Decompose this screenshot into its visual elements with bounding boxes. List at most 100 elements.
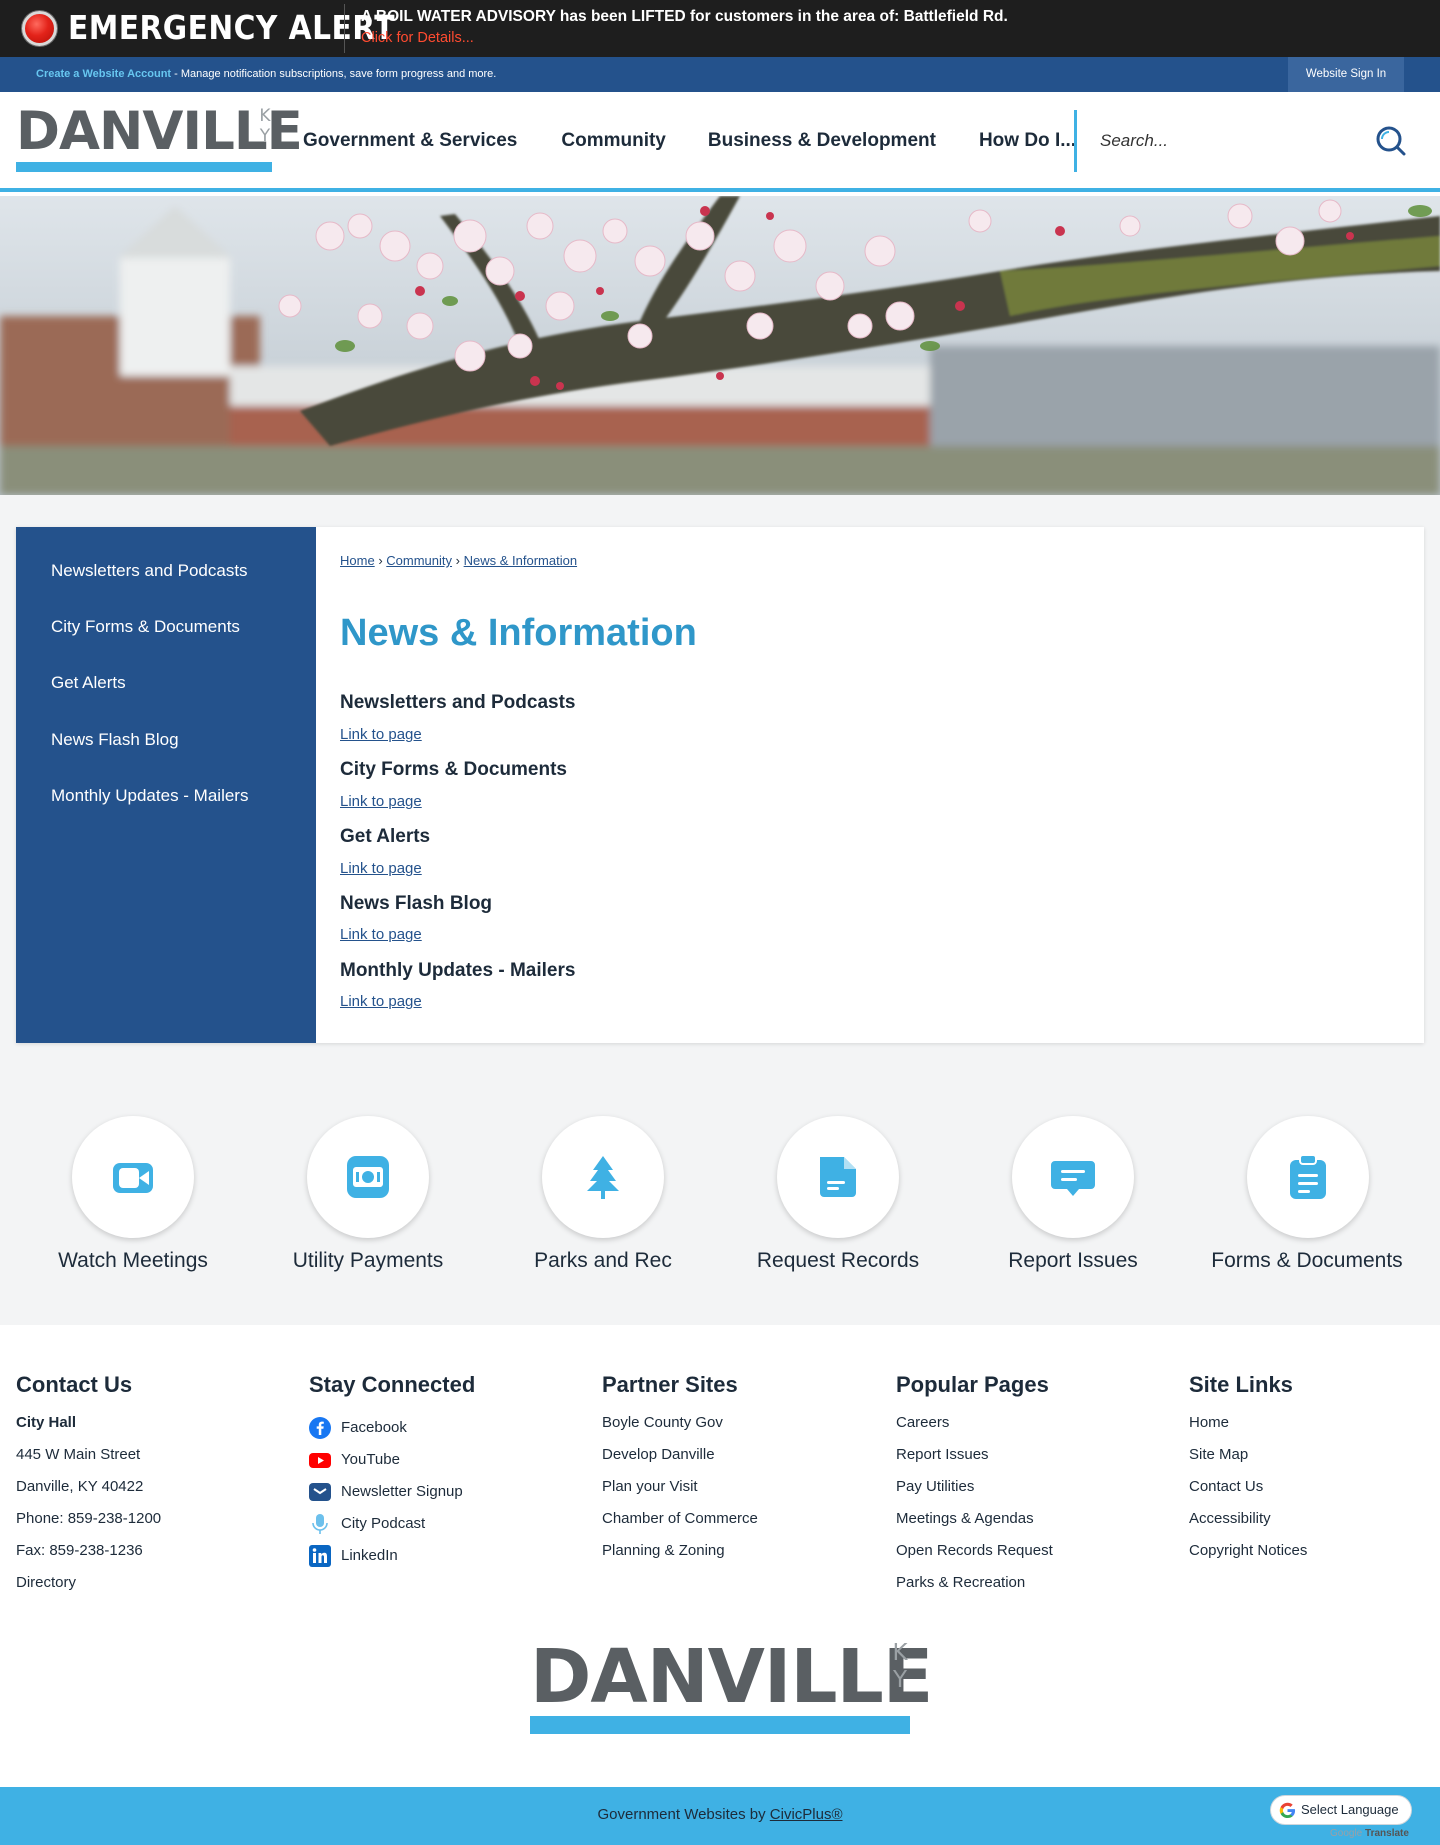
- quick-link-parks-rec[interactable]: [542, 1116, 664, 1238]
- partner-link[interactable]: Boyle County Gov: [602, 1412, 758, 1444]
- google-icon: [1279, 1802, 1296, 1819]
- contact-phone[interactable]: Phone: 859-238-1200: [16, 1508, 161, 1540]
- sidebar-item-monthly-updates[interactable]: Monthly Updates - Mailers: [51, 786, 248, 806]
- search-input[interactable]: [1100, 122, 1360, 160]
- site-link[interactable]: Home: [1189, 1412, 1307, 1444]
- quick-link-request-records[interactable]: [777, 1116, 899, 1238]
- civicplus-credit: Government Websites by CivicPlus®: [597, 1806, 843, 1823]
- quick-label[interactable]: Parks and Rec: [493, 1249, 713, 1273]
- quick-label[interactable]: Request Records: [728, 1249, 948, 1273]
- breadcrumb-separator: ›: [455, 553, 460, 568]
- social-label: YouTube: [341, 1451, 400, 1468]
- footer-logo[interactable]: DANVILLE KY: [530, 1640, 933, 1734]
- popular-link[interactable]: Meetings & Agendas: [896, 1508, 1053, 1540]
- popular-link[interactable]: Pay Utilities: [896, 1476, 1053, 1508]
- footer-partner-sites: Partner Sites Boyle County Gov Develop D…: [602, 1372, 758, 1572]
- linkedin-icon: [309, 1545, 331, 1567]
- facebook-icon: [309, 1417, 331, 1439]
- account-text: Create a Website Account - Manage notifi…: [36, 68, 496, 80]
- nav-how-do-i[interactable]: How Do I...: [979, 130, 1076, 152]
- civicplus-link[interactable]: CivicPlus®: [770, 1806, 843, 1823]
- search-icon[interactable]: [1375, 125, 1407, 157]
- breadcrumb-community[interactable]: Community: [386, 553, 452, 568]
- sidebar-item-news-flash[interactable]: News Flash Blog: [51, 730, 179, 750]
- alert-title: EMERGENCY ALERT: [68, 8, 395, 47]
- breadcrumb-current[interactable]: News & Information: [464, 553, 577, 568]
- partner-link[interactable]: Develop Danville: [602, 1444, 758, 1476]
- quick-link-watch-meetings[interactable]: [72, 1116, 194, 1238]
- contact-directory-link[interactable]: Directory: [16, 1572, 161, 1604]
- quick-label[interactable]: Watch Meetings: [23, 1249, 243, 1273]
- microphone-icon: [312, 1514, 328, 1534]
- entry-title: City Forms & Documents: [340, 759, 567, 780]
- site-link[interactable]: Accessibility: [1189, 1508, 1307, 1540]
- partner-link[interactable]: Plan your Visit: [602, 1476, 758, 1508]
- site-link[interactable]: Site Map: [1189, 1444, 1307, 1476]
- nav-business-development[interactable]: Business & Development: [708, 130, 936, 152]
- quick-link-utility-payments[interactable]: [307, 1116, 429, 1238]
- alert-details-link[interactable]: Click for Details...: [361, 30, 474, 46]
- sidebar-item-city-forms[interactable]: City Forms & Documents: [51, 617, 240, 637]
- popular-link[interactable]: Open Records Request: [896, 1540, 1053, 1572]
- nav-government-services[interactable]: Government & Services: [303, 130, 517, 152]
- entry-link[interactable]: Link to page: [340, 860, 422, 877]
- document-icon: [820, 1157, 856, 1197]
- partner-link[interactable]: Planning & Zoning: [602, 1540, 758, 1572]
- entry-link[interactable]: Link to page: [340, 993, 422, 1010]
- tree-icon: [587, 1156, 619, 1199]
- site-link[interactable]: Contact Us: [1189, 1476, 1307, 1508]
- popular-link[interactable]: Careers: [896, 1412, 1053, 1444]
- social-link-facebook[interactable]: Facebook: [309, 1412, 475, 1444]
- logo-underline: [530, 1716, 910, 1734]
- chat-bubble-icon: [1051, 1161, 1095, 1196]
- account-bar: Create a Website Account - Manage notifi…: [0, 57, 1440, 92]
- quick-label[interactable]: Report Issues: [963, 1249, 1183, 1273]
- footer-contact: Contact Us City Hall 445 W Main Street D…: [16, 1372, 161, 1604]
- social-link-podcast[interactable]: City Podcast: [309, 1508, 475, 1540]
- bottom-bar: Government Websites by CivicPlus® Select…: [0, 1787, 1440, 1845]
- partner-link[interactable]: Chamber of Commerce: [602, 1508, 758, 1540]
- sidebar-item-get-alerts[interactable]: Get Alerts: [51, 673, 126, 693]
- logo-state: KY: [259, 106, 271, 146]
- popular-link[interactable]: Report Issues: [896, 1444, 1053, 1476]
- sidebar-item-newsletters[interactable]: Newsletters and Podcasts: [51, 561, 248, 581]
- alert-icon: [22, 11, 57, 46]
- footer-popular-pages: Popular Pages Careers Report Issues Pay …: [896, 1372, 1053, 1604]
- entry-link[interactable]: Link to page: [340, 793, 422, 810]
- website-sign-in-button[interactable]: Website Sign In: [1288, 57, 1404, 92]
- quick-link-forms-documents[interactable]: [1247, 1116, 1369, 1238]
- social-link-newsletter[interactable]: Newsletter Signup: [309, 1476, 475, 1508]
- social-label: LinkedIn: [341, 1547, 398, 1564]
- danville-logo[interactable]: DANVILLE KY: [16, 105, 303, 172]
- quick-label[interactable]: Forms & Documents: [1197, 1249, 1417, 1273]
- social-label: City Podcast: [341, 1515, 426, 1532]
- site-header: DANVILLE KY Government & Services Commun…: [0, 92, 1440, 192]
- contact-city: Danville, KY 40422: [16, 1478, 144, 1495]
- footer-stay-connected: Stay Connected Facebook YouTube Newslett…: [309, 1372, 475, 1572]
- entry-link[interactable]: Link to page: [340, 926, 422, 943]
- entry-title: News Flash Blog: [340, 893, 493, 914]
- nav-community[interactable]: Community: [561, 130, 666, 152]
- social-label: Facebook: [341, 1419, 407, 1436]
- envelope-icon: [309, 1483, 331, 1501]
- select-language-button[interactable]: Select Language: [1270, 1795, 1412, 1825]
- social-link-linkedin[interactable]: LinkedIn: [309, 1540, 475, 1572]
- google-translate-credit: Google Translate: [1330, 1828, 1409, 1839]
- site-link[interactable]: Copyright Notices: [1189, 1540, 1307, 1572]
- alert-divider: [344, 4, 345, 53]
- breadcrumb-home[interactable]: Home: [340, 553, 375, 568]
- contact-address: 445 W Main Street: [16, 1446, 141, 1463]
- social-link-youtube[interactable]: YouTube: [309, 1444, 475, 1476]
- footer-heading: Partner Sites: [602, 1372, 738, 1397]
- search-divider: [1074, 110, 1077, 172]
- quick-link-report-issues[interactable]: [1012, 1116, 1134, 1238]
- create-account-link[interactable]: Create a Website Account: [36, 68, 171, 80]
- alert-message: A BOIL WATER ADVISORY has been LIFTED fo…: [361, 8, 1008, 25]
- sidebar: Newsletters and Podcasts City Forms & Do…: [16, 527, 316, 1043]
- emergency-alert-bar: EMERGENCY ALERT A BOIL WATER ADVISORY ha…: [0, 0, 1440, 57]
- footer-heading: Site Links: [1189, 1372, 1293, 1397]
- popular-link[interactable]: Parks & Recreation: [896, 1572, 1053, 1604]
- entry-link[interactable]: Link to page: [340, 726, 422, 743]
- quick-label[interactable]: Utility Payments: [258, 1249, 478, 1273]
- contact-fax: Fax: 859-238-1236: [16, 1542, 143, 1559]
